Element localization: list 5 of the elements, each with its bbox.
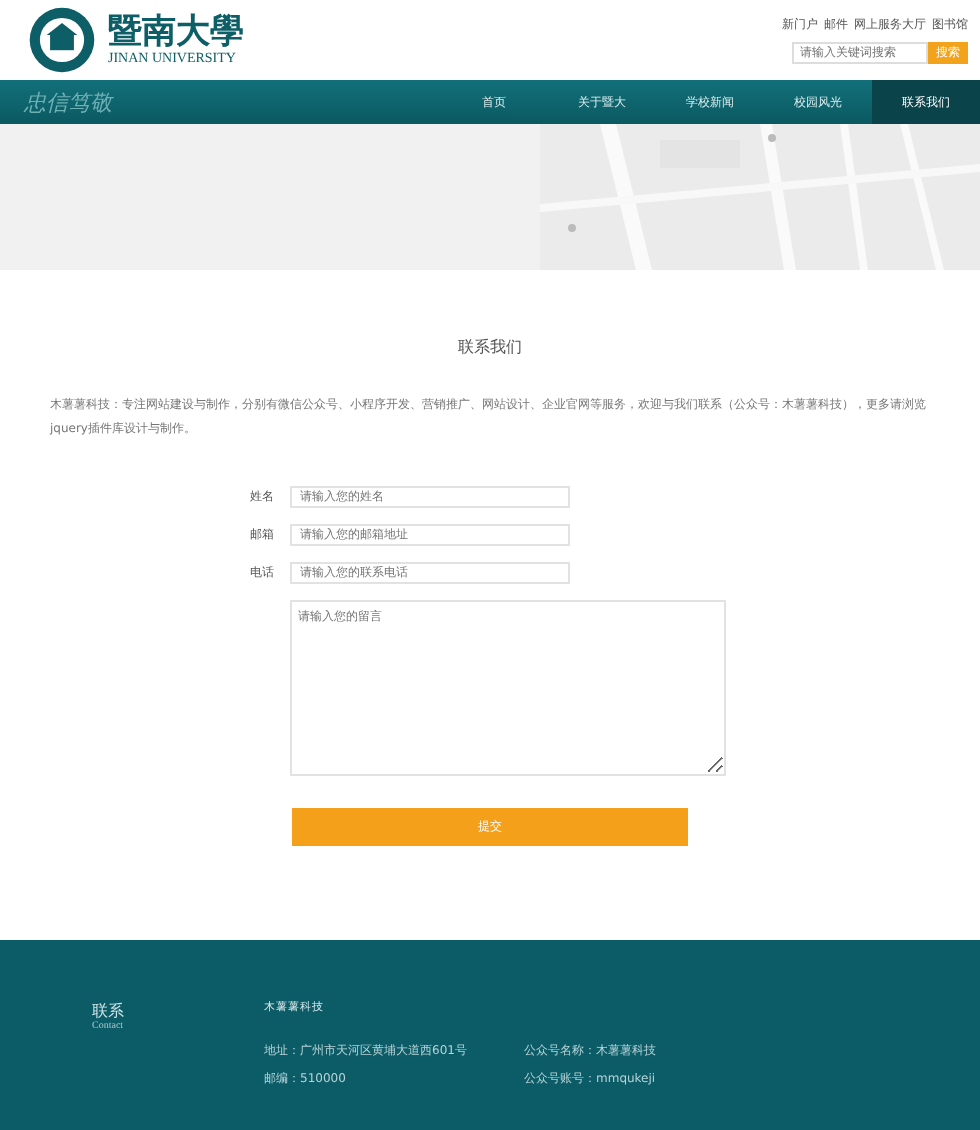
footer-title: 联系: [92, 1000, 124, 1021]
university-name: 暨南大學: [108, 13, 244, 51]
section-title: 联系我们: [458, 336, 522, 358]
university-emblem-icon: [28, 6, 96, 74]
slogan: 忠信笃敬: [24, 87, 112, 117]
